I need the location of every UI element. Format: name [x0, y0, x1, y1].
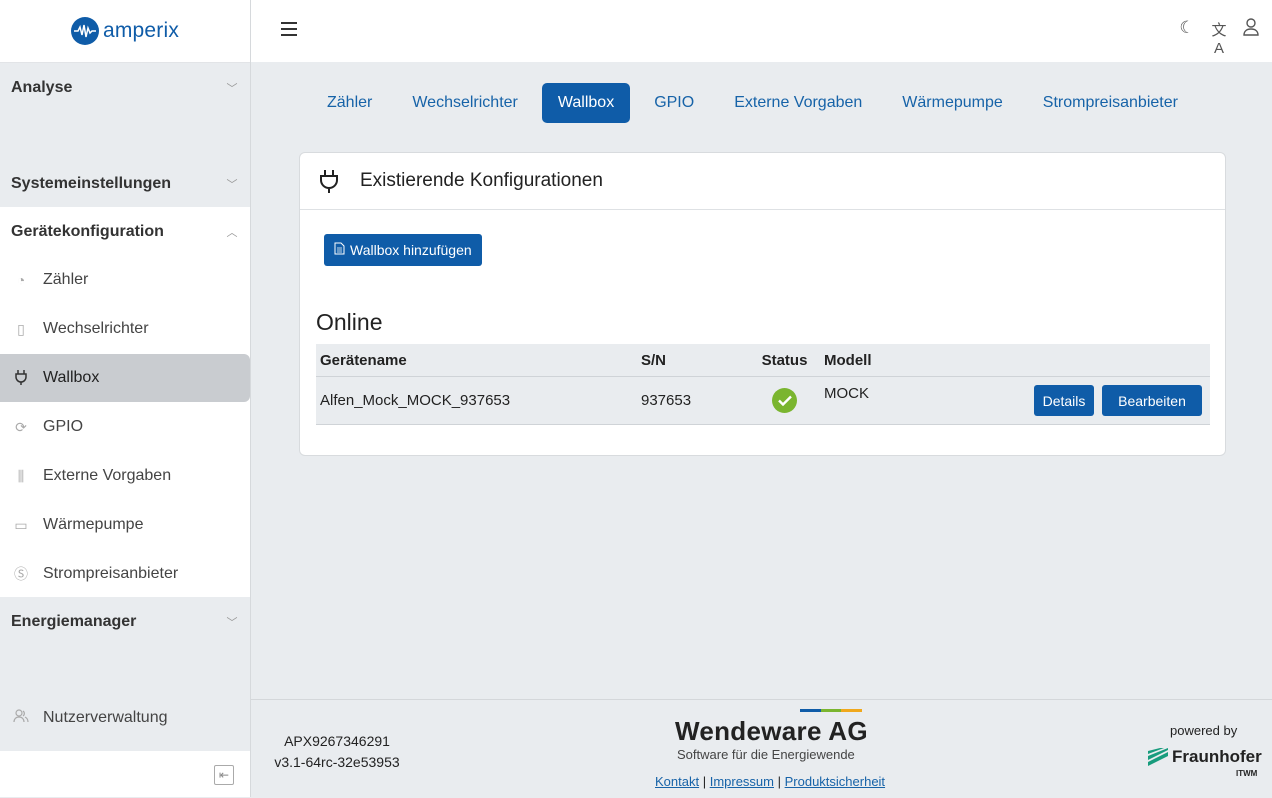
sidebar-item-label: Externe Vorgaben	[43, 467, 172, 484]
sidebar-section-systemeinstellungen[interactable]: Systemeinstellungen ﹀	[0, 160, 250, 208]
table-header: Gerätename S/N Status Modell	[316, 344, 1210, 377]
sidebar-item-label: Wallbox	[43, 369, 100, 386]
section-title-online: Online	[316, 309, 383, 335]
sidebar-item-label: GPIO	[43, 418, 84, 435]
add-wallbox-button[interactable]: Wallbox hinzufügen	[324, 234, 482, 266]
users-icon	[12, 708, 30, 729]
collapse-sidebar-icon[interactable]: ⇤	[214, 765, 234, 785]
topbar: ☾ 文A	[251, 0, 1272, 62]
tab-zaehler[interactable]: Zähler	[307, 83, 392, 123]
col-geraetename: Gerätename	[320, 351, 407, 369]
sidebar-item-zaehler[interactable]: ◔ Zähler	[0, 256, 250, 304]
col-sn: S/N	[641, 351, 667, 369]
plug-icon	[12, 369, 30, 388]
partner-name: Fraunhofer	[1172, 747, 1262, 766]
card-header: Existierende Konfigurationen	[300, 153, 1225, 210]
footer: APX9267346291 v3.1-64rc-32e53953 Wendewa…	[251, 699, 1272, 798]
card-title: Existierende Konfigurationen	[360, 170, 603, 191]
sidebar-item-waermepumpe[interactable]: ▭ Wärmepumpe	[0, 501, 250, 549]
inverter-icon: ▯	[17, 320, 25, 337]
sidebar-item-externe-vorgaben[interactable]: ⫼ Externe Vorgaben	[0, 452, 250, 500]
wendeware-color-bar	[800, 709, 863, 712]
sidebar-item-wallbox[interactable]: Wallbox	[0, 354, 250, 402]
partner-sub: ITWM	[1236, 769, 1258, 778]
section-label: Energiemanager	[11, 613, 137, 630]
sidebar-item-nutzerverwaltung[interactable]: Nutzerverwaltung	[0, 694, 250, 742]
tab-externe-vorgaben[interactable]: Externe Vorgaben	[714, 83, 882, 123]
fraunhofer-logo: Fraunhofer	[1148, 747, 1262, 767]
sidebar: amperix Analyse ﹀ Systemeinstellungen ﹀ …	[0, 0, 251, 797]
translate-icon[interactable]: 文A	[1209, 19, 1229, 57]
amperix-logo[interactable]: amperix	[70, 17, 180, 45]
device-info: APX9267346291 v3.1-64rc-32e53953	[267, 731, 407, 773]
company-name: Wendeware AG	[675, 716, 868, 746]
link-produktsicherheit[interactable]: Produktsicherheit	[785, 774, 885, 789]
edit-button[interactable]: Bearbeiten	[1102, 385, 1202, 416]
col-status: Status	[761, 351, 808, 369]
table-row: Alfen_Mock_MOCK_937653 937653 MOCK Detai…	[316, 377, 1210, 425]
devices-table: Gerätename S/N Status Modell Alfen_Mock_…	[316, 344, 1210, 425]
logo-text: amperix	[102, 19, 180, 42]
tab-strompreisanbieter[interactable]: Strompreisanbieter	[1023, 83, 1198, 123]
sidebar-item-label: Strompreisanbieter	[43, 565, 179, 582]
sidebar-item-strompreisanbieter[interactable]: Ⓢ Strompreisanbieter	[0, 550, 250, 598]
link-kontakt[interactable]: Kontakt	[655, 774, 699, 789]
config-tabs: Zähler Wechselrichter Wallbox GPIO Exter…	[307, 83, 1198, 123]
chevron-down-icon: ﹀	[226, 179, 238, 191]
chevron-up-icon: ︿	[226, 227, 238, 239]
tab-wechselrichter[interactable]: Wechselrichter	[392, 83, 538, 123]
gpio-icon: ⟳	[15, 418, 27, 435]
tab-gpio[interactable]: GPIO	[634, 83, 714, 123]
section-label: Gerätekonfiguration	[11, 223, 164, 240]
logo-bar: amperix	[0, 0, 250, 63]
file-icon	[334, 242, 345, 258]
meter-icon: ◔	[16, 272, 26, 288]
sidebar-item-label: Wärmepumpe	[43, 516, 144, 533]
company-tagline: Software für die Energiewende	[677, 747, 855, 762]
fraunhofer-mark-icon	[1148, 748, 1168, 766]
sidebar-subitems: ◔ Zähler ▯ Wechselrichter Wallbox ⟳ GPIO…	[0, 207, 250, 597]
configurations-card: Existierende Konfigurationen Wallbox hin…	[299, 152, 1226, 456]
sidebar-item-label: Zähler	[43, 271, 89, 288]
tab-wallbox[interactable]: Wallbox	[541, 83, 631, 123]
tab-waermepumpe[interactable]: Wärmepumpe	[882, 83, 1022, 123]
cell-serial: 937653	[641, 392, 692, 409]
sidebar-item-label: Nutzerverwaltung	[43, 709, 168, 726]
moon-icon[interactable]: ☾	[1177, 18, 1197, 38]
section-label: Systemeinstellungen	[11, 175, 172, 192]
sidebar-item-wechselrichter[interactable]: ▯ Wechselrichter	[0, 305, 250, 353]
cell-name: Alfen_Mock_MOCK_937653	[320, 392, 511, 409]
sidebar-item-gpio[interactable]: ⟳ GPIO	[0, 403, 250, 451]
cell-model: MOCK	[824, 385, 869, 402]
link-impressum[interactable]: Impressum	[710, 774, 774, 789]
sidebar-section-geraetekonfiguration[interactable]: Gerätekonfiguration ︿	[0, 208, 250, 256]
cell-status	[749, 388, 820, 413]
plug-icon	[318, 169, 342, 193]
menu-icon[interactable]	[281, 22, 297, 36]
device-id: APX9267346291	[284, 733, 390, 749]
add-wallbox-label: Wallbox hinzufügen	[350, 242, 472, 258]
details-button[interactable]: Details	[1034, 385, 1094, 416]
sidebar-section-analyse[interactable]: Analyse ﹀	[0, 64, 250, 112]
sliders-icon: ⫼	[17, 467, 25, 484]
powered-by-label: powered by	[1170, 723, 1238, 738]
version: v3.1-64rc-32e53953	[274, 754, 400, 770]
sidebar-item-label: Wechselrichter	[43, 320, 149, 337]
sidebar-footer: ⇤	[0, 751, 250, 797]
heatpump-icon: ▭	[14, 516, 28, 533]
chevron-down-icon: ﹀	[226, 617, 238, 629]
section-label: Analyse	[11, 79, 73, 96]
footer-links: Kontakt | Impressum | Produktsicherheit	[655, 774, 886, 789]
logo-wave-icon	[70, 17, 99, 45]
chevron-down-icon: ﹀	[226, 83, 238, 95]
user-icon[interactable]	[1241, 18, 1261, 41]
price-icon: Ⓢ	[14, 566, 28, 582]
sidebar-section-energiemanager[interactable]: Energiemanager ﹀	[0, 598, 250, 646]
status-ok-icon	[772, 388, 797, 413]
col-modell: Modell	[824, 351, 872, 369]
